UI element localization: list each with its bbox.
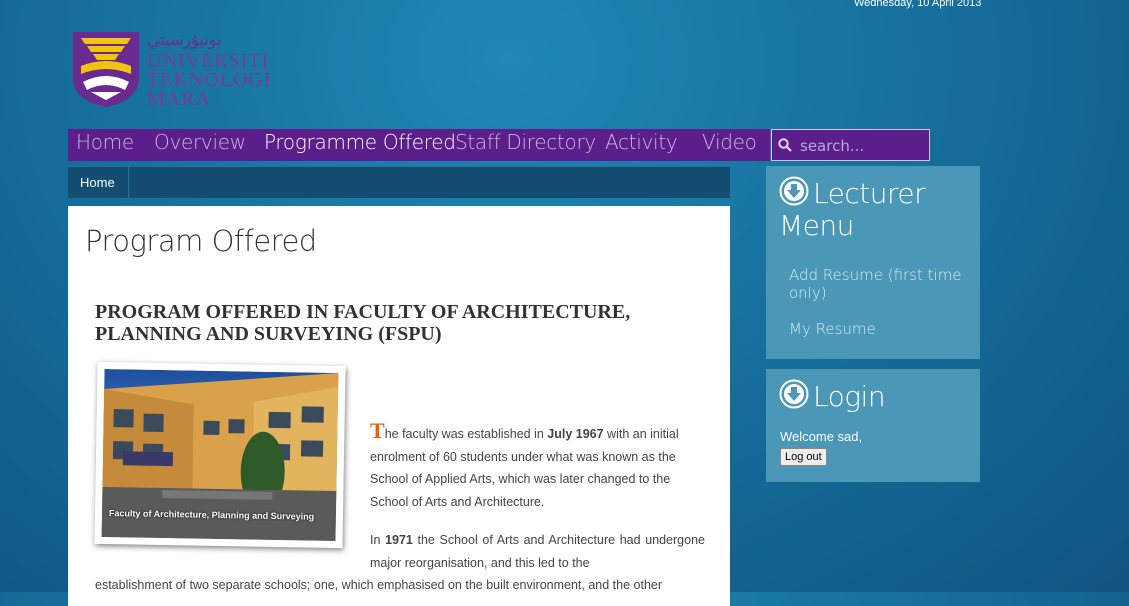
lecturer-menu-box: Lecturer Menu Add Resume (first time only… [766,166,980,359]
lecturer-title-line1: Lecturer [813,177,926,210]
breadcrumb: Home [68,166,730,198]
p1-text-a: he faculty was established in [384,427,548,441]
paragraph-2: In 1971 the School of Arts and Architect… [370,529,705,574]
nav-staff-directory[interactable]: Staff Directory [455,130,596,154]
article-title: PROGRAM OFFERED IN FACULTY OF ARCHITECTU… [95,301,631,345]
faculty-building-photo: Faculty of Architecture, Planning and Su… [94,361,346,549]
uitm-logo[interactable]: ﻳﻮﻧﻴﯘﺭﺳﻴﺘﻲ UNIVERSITI TEKNOLOGI MARA [71,30,271,110]
p1-text-bold: July 1967 [547,427,604,441]
circle-arrow-down-icon [779,379,809,409]
page-title: Program Offered [85,224,317,258]
search-input[interactable] [798,135,927,157]
login-title: Login [813,380,886,413]
breadcrumb-home[interactable]: Home [68,167,129,198]
uitm-seal-icon [73,32,139,107]
lecturer-menu-heading: Lecturer Menu [779,176,926,242]
search-icon [778,138,792,152]
paragraph-1: The faculty was established in July 1967… [370,418,700,513]
p2-text-bold: 1971 [385,533,413,547]
lecturer-title-line2: Menu [779,209,854,242]
nav-activity[interactable]: Activity [605,130,678,154]
add-resume-link[interactable]: Add Resume (first time only) [789,266,969,302]
main-nav: Home Overview Programme Offered Staff Di… [68,129,770,161]
nav-programme-offered[interactable]: Programme Offered [264,130,456,154]
logo-jawi-text: ﻳﻮﻧﻴﯘﺭﺳﻴﺘﻲ [147,30,222,49]
login-box: Login Welcome sad, Log out [766,369,980,482]
dropcap: T [370,418,385,443]
p2-text-c: the School of Arts and Architecture had … [370,533,705,570]
nav-overview[interactable]: Overview [154,130,246,154]
nav-video[interactable]: Video [702,130,757,154]
logo-line-mara: MARA [147,88,212,110]
nav-home[interactable]: Home [76,130,134,154]
main-content: Program Offered PROGRAM OFFERED IN FACUL… [68,206,730,606]
welcome-text: Welcome sad, [780,429,863,444]
my-resume-link[interactable]: My Resume [789,320,969,338]
circle-arrow-down-icon [779,176,809,206]
search-box[interactable] [771,129,930,161]
logout-button[interactable]: Log out [780,448,827,466]
current-date: Wednesday, 10 April 2013 [854,0,982,9]
paragraph-3: establishment of two separate schools; o… [95,578,663,592]
login-heading: Login [779,379,886,413]
p2-text-a: In [370,533,386,547]
